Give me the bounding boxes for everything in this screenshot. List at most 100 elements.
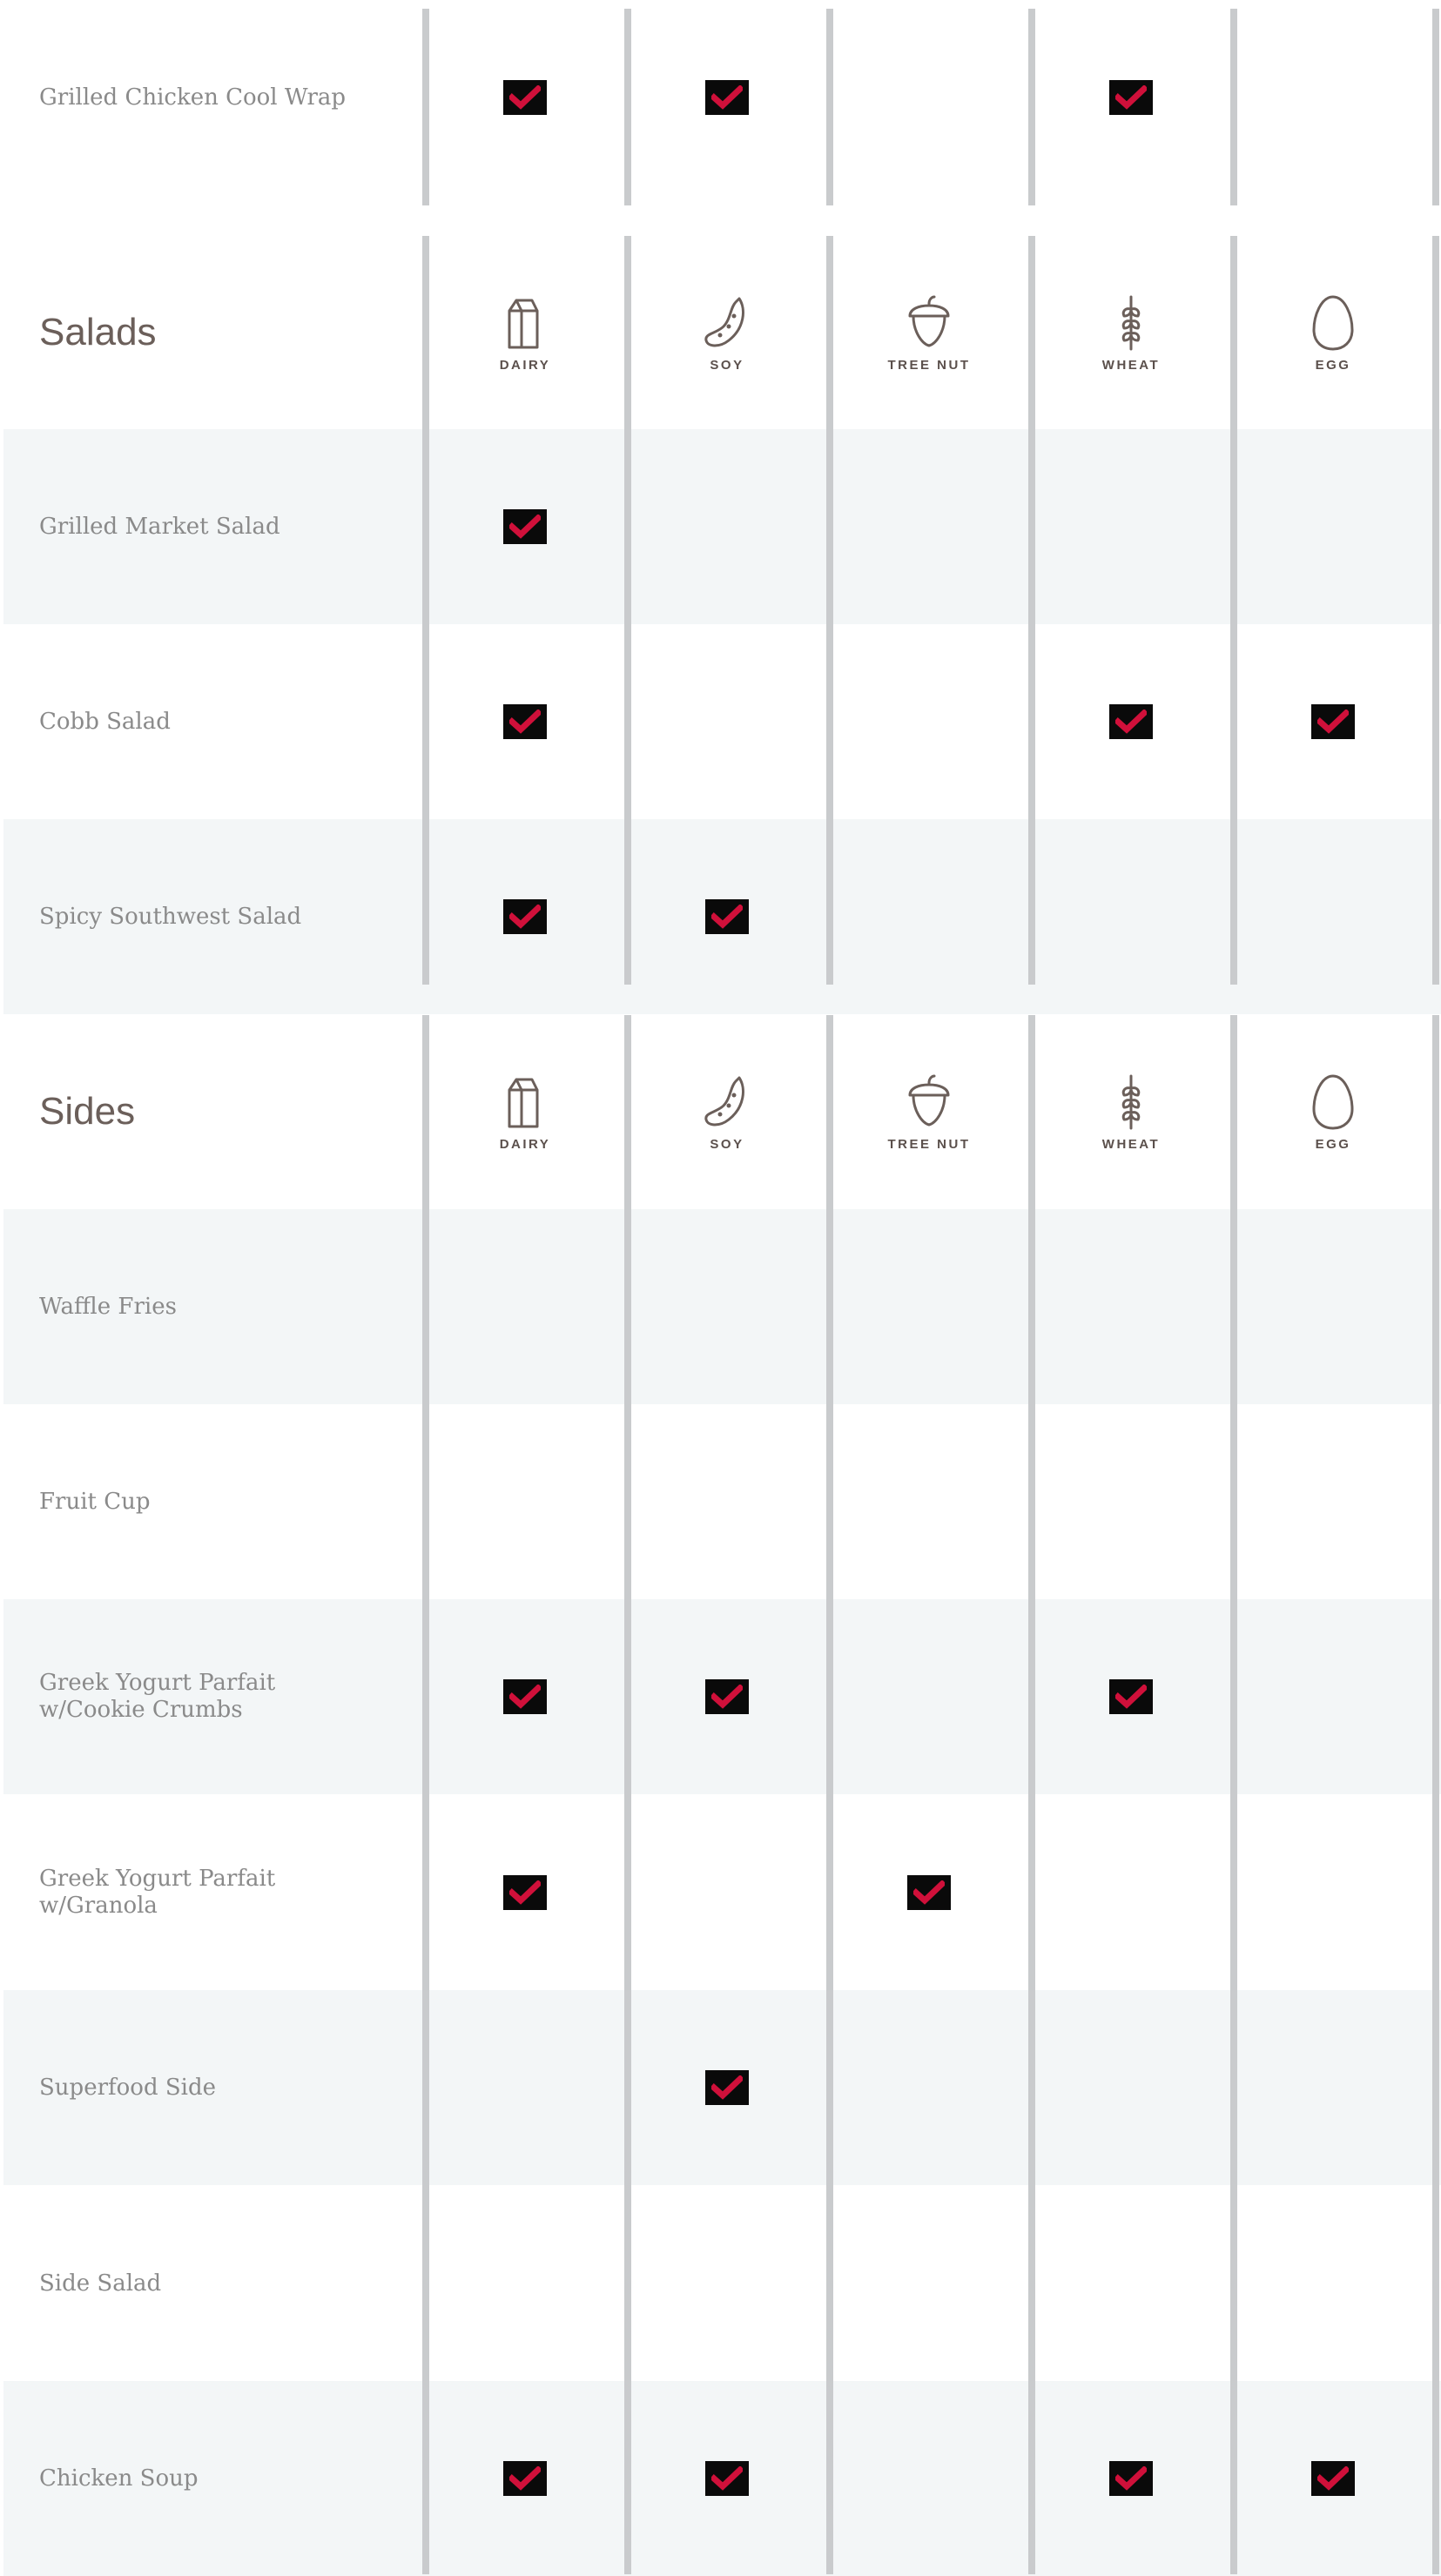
column-divider xyxy=(422,1795,429,1990)
column-divider xyxy=(624,1209,631,1404)
menu-item-name: Cobb Salad xyxy=(39,708,171,735)
column-divider xyxy=(422,2381,429,2574)
checkbox-checked xyxy=(1311,704,1355,739)
allergen-cell-soy xyxy=(630,1209,825,1404)
row-name-cell: Side Salad xyxy=(3,2186,424,2381)
column-divider xyxy=(1432,1015,1439,1209)
checkbox-checked xyxy=(705,2461,749,2496)
menu-item-name: Side Salad xyxy=(39,2270,162,2297)
row-name-cell: Grilled Chicken Cool Wrap xyxy=(3,0,424,195)
column-divider xyxy=(624,2186,631,2381)
row-name-cell: Grilled Market Salad xyxy=(3,429,424,624)
column-divider xyxy=(1028,236,1035,429)
column-divider xyxy=(1432,236,1439,429)
egg-icon xyxy=(1312,295,1354,350)
column-divider xyxy=(624,1015,631,1209)
column-divider xyxy=(1432,2381,1439,2574)
column-divider xyxy=(422,1599,429,1795)
allergen-cell-tree_nut xyxy=(832,429,1027,624)
menu-item-name: Chicken Soup xyxy=(39,2465,199,2492)
column-divider xyxy=(1230,2186,1237,2381)
allergen-cell-egg xyxy=(1236,2186,1431,2381)
milk-carton-icon xyxy=(508,1078,539,1127)
column-divider xyxy=(624,9,631,205)
allergen-header-dairy: DAIRY xyxy=(428,235,623,430)
checkmark-icon xyxy=(1317,710,1349,734)
allergen-header-dairy: DAIRY xyxy=(428,1014,623,1209)
column-divider xyxy=(1028,2381,1035,2574)
row-name-cell: Salads xyxy=(3,235,424,430)
allergen-cell-egg xyxy=(1236,1404,1431,1599)
table-row: Grilled Market Salad xyxy=(3,429,1441,624)
checkbox-checked xyxy=(705,2070,749,2105)
column-divider xyxy=(422,2186,429,2381)
allergen-cell-wheat xyxy=(1034,2186,1229,2381)
column-divider xyxy=(624,429,631,624)
checkmark-icon xyxy=(509,2466,541,2491)
allergen-cell-dairy xyxy=(428,429,623,624)
table-row: Greek Yogurt Parfait w/Granola xyxy=(3,1795,1441,1990)
allergen-cell-dairy xyxy=(428,1404,623,1599)
column-divider xyxy=(1432,1795,1439,1990)
checkmark-icon xyxy=(1115,1685,1147,1709)
checkbox-checked xyxy=(705,1679,749,1714)
allergen-cell-soy xyxy=(630,1404,825,1599)
allergen-cell-wheat xyxy=(1034,1209,1229,1404)
allergen-cell-wheat xyxy=(1034,1404,1229,1599)
column-divider xyxy=(624,1599,631,1795)
allergen-cell-tree_nut xyxy=(832,2186,1027,2381)
checkmark-icon xyxy=(711,2466,743,2491)
column-divider xyxy=(422,624,429,819)
allergen-cell-tree_nut xyxy=(832,0,1027,195)
row-name-cell: Chicken Soup xyxy=(3,2381,424,2576)
allergen-cell-soy xyxy=(630,1990,825,2185)
allergen-cell-dairy xyxy=(428,1209,623,1404)
menu-item-name: Greek Yogurt Parfait w/Granola xyxy=(39,1866,276,1919)
column-divider xyxy=(1432,819,1439,985)
checkmark-icon xyxy=(711,1685,743,1709)
checkmark-icon xyxy=(1115,2466,1147,2491)
allergen-cell-tree_nut xyxy=(832,2381,1027,2576)
wheat-icon xyxy=(1121,1074,1141,1129)
allergen-header-egg: EGG xyxy=(1236,235,1431,430)
checkbox-checked xyxy=(1109,2461,1153,2496)
allergen-cell-tree_nut xyxy=(832,1795,1027,1990)
checkbox-checked xyxy=(705,80,749,115)
row-name-cell: Spicy Southwest Salad xyxy=(3,819,424,1014)
allergen-cell-dairy xyxy=(428,624,623,819)
column-divider xyxy=(1230,429,1237,624)
column-divider xyxy=(422,1209,429,1404)
menu-item-name: Greek Yogurt Parfait w/Cookie Crumbs xyxy=(39,1670,276,1723)
allergen-cell-tree_nut xyxy=(832,819,1027,1014)
allergen-label: EGG xyxy=(1315,357,1351,373)
column-divider xyxy=(624,236,631,429)
column-divider xyxy=(1230,1015,1237,1209)
allergen-cell-egg xyxy=(1236,624,1431,819)
menu-item-name: Superfood Side xyxy=(39,2074,217,2101)
wheat-icon xyxy=(1121,295,1141,350)
menu-item-name: Grilled Chicken Cool Wrap xyxy=(39,84,347,111)
allergen-header-egg: EGG xyxy=(1236,1014,1431,1209)
allergen-cell-wheat xyxy=(1034,2381,1229,2576)
checkbox-checked xyxy=(503,1679,547,1714)
column-divider xyxy=(1028,9,1035,205)
allergen-label: SOY xyxy=(710,1136,744,1152)
allergen-cell-egg xyxy=(1236,0,1431,195)
checkbox-checked xyxy=(1109,704,1153,739)
column-divider xyxy=(826,9,833,205)
column-divider xyxy=(1230,624,1237,819)
allergen-cell-wheat xyxy=(1034,1795,1229,1990)
checkbox-checked xyxy=(503,899,547,934)
allergen-cell-wheat xyxy=(1034,1990,1229,2185)
column-divider xyxy=(1432,429,1439,624)
checkmark-icon xyxy=(509,1880,541,1905)
allergen-cell-soy xyxy=(630,624,825,819)
checkbox-checked xyxy=(503,2461,547,2496)
row-name-cell: Fruit Cup xyxy=(3,1404,424,1599)
column-divider xyxy=(422,9,429,205)
column-divider xyxy=(1432,1599,1439,1795)
table-row: Cobb Salad xyxy=(3,624,1441,819)
column-divider xyxy=(826,1599,833,1795)
menu-item-name: Grilled Market Salad xyxy=(39,513,280,540)
column-divider xyxy=(422,236,429,429)
